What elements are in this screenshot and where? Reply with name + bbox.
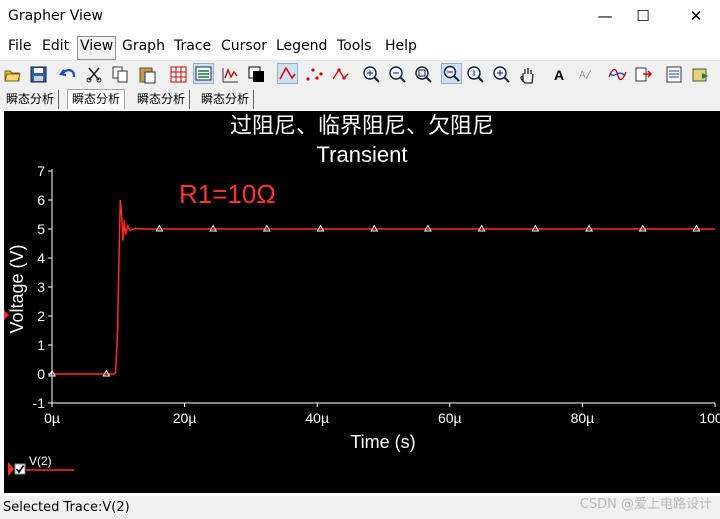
y-tick-label: 4 bbox=[37, 250, 45, 266]
legend-icon[interactable] bbox=[193, 63, 214, 84]
y-tick-label: -1 bbox=[33, 395, 46, 411]
y-tick-label: 2 bbox=[37, 308, 45, 324]
y-tick-label: 3 bbox=[37, 279, 45, 295]
window-title: Grapher View bbox=[8, 8, 103, 24]
status-bar: Selected Trace:V(2) CSDN @爱上电路设计 bbox=[0, 496, 720, 519]
legend-arrow-icon bbox=[8, 462, 14, 476]
menu-help[interactable]: Help bbox=[382, 38, 420, 58]
export-icon[interactable] bbox=[633, 64, 654, 85]
analysis-tabs: 瞬态分析 瞬态分析 瞬态分析 瞬态分析 bbox=[0, 89, 720, 110]
y-axis-label: Voltage (V) bbox=[7, 244, 27, 333]
zoom-out-icon[interactable] bbox=[387, 64, 408, 85]
svg-text:A: A bbox=[554, 67, 564, 83]
y-tick-label: 0 bbox=[37, 366, 45, 382]
plot-area[interactable]: 过阻尼、临界阻尼、欠阻尼 Transient R1=10Ω Voltage (V… bbox=[4, 111, 720, 493]
x-axis-label: Time (s) bbox=[350, 432, 415, 452]
text-icon[interactable]: A bbox=[550, 64, 571, 85]
watermark: CSDN @爱上电路设计 bbox=[579, 497, 712, 512]
legend-label: V(2) bbox=[29, 454, 52, 468]
grid-icon[interactable] bbox=[168, 64, 189, 85]
series-line bbox=[52, 199, 715, 375]
close-button[interactable]: ✕ bbox=[673, 0, 719, 33]
paste-icon[interactable] bbox=[137, 64, 158, 85]
copy-icon[interactable] bbox=[110, 64, 131, 85]
tab-analysis-2[interactable]: 瞬态分析 bbox=[67, 89, 126, 109]
menu-legend[interactable]: Legend bbox=[273, 38, 330, 58]
maximize-button[interactable]: ☐ bbox=[620, 0, 666, 33]
undo-icon[interactable] bbox=[58, 64, 79, 85]
title-bar: Grapher View — ☐ ✕ bbox=[0, 0, 720, 33]
svg-text:A: A bbox=[579, 70, 586, 81]
toolbar: A A bbox=[0, 61, 720, 90]
menu-graph[interactable]: Graph bbox=[119, 38, 168, 58]
tab-analysis-4[interactable]: 瞬态分析 bbox=[197, 90, 255, 109]
properties-icon[interactable] bbox=[690, 64, 711, 85]
menu-bar: File Edit View Graph Trace Cursor Legend… bbox=[0, 34, 720, 61]
chart-svg[interactable]: 过阻尼、临界阻尼、欠阻尼 Transient R1=10Ω Voltage (V… bbox=[4, 111, 720, 493]
y-tick-label: 1 bbox=[37, 337, 45, 353]
y-tick-label: 5 bbox=[37, 221, 45, 237]
show-both-icon[interactable] bbox=[330, 64, 351, 85]
tab-analysis-3[interactable]: 瞬态分析 bbox=[133, 90, 191, 109]
zoom-y-icon[interactable] bbox=[465, 64, 486, 85]
series-layer bbox=[48, 199, 715, 377]
zoom-in-icon[interactable] bbox=[361, 64, 382, 85]
menu-trace[interactable]: Trace bbox=[171, 38, 214, 58]
menu-file[interactable]: File bbox=[5, 38, 34, 58]
chart-settings-icon[interactable] bbox=[220, 64, 241, 85]
save-icon[interactable] bbox=[28, 64, 49, 85]
menu-cursor[interactable]: Cursor bbox=[218, 38, 270, 58]
chart-title: 过阻尼、临界阻尼、欠阻尼 bbox=[230, 113, 494, 138]
resistance-annotation: R1=10Ω bbox=[179, 179, 276, 209]
x-tick-label: 80µ bbox=[571, 410, 595, 426]
show-markers-icon[interactable] bbox=[304, 64, 325, 85]
menu-view[interactable]: View bbox=[77, 36, 117, 60]
legend: V(2) bbox=[8, 454, 74, 476]
y-tick-label: 7 bbox=[37, 163, 45, 179]
chart-subtitle: Transient bbox=[317, 142, 408, 167]
overlay-icon[interactable] bbox=[664, 64, 685, 85]
show-lines-icon[interactable] bbox=[277, 63, 298, 84]
tab-analysis-1[interactable]: 瞬态分析 bbox=[2, 90, 60, 109]
zoom-x-icon[interactable] bbox=[441, 63, 462, 84]
zoom-area-icon[interactable] bbox=[491, 64, 512, 85]
axes: -1 0 1 2 3 4 5 6 7 0µ 20µ 40µ 60µ 80µ 100µ bbox=[33, 163, 720, 426]
menu-edit[interactable]: Edit bbox=[39, 38, 72, 58]
open-icon[interactable] bbox=[2, 64, 23, 85]
selected-trace-status: Selected Trace:V(2) bbox=[3, 500, 130, 515]
cursor-icon[interactable] bbox=[607, 64, 628, 85]
x-tick-label: 20µ bbox=[173, 410, 197, 426]
reverse-colors-icon[interactable] bbox=[246, 64, 267, 85]
pan-icon[interactable] bbox=[517, 64, 538, 85]
cut-icon[interactable] bbox=[84, 64, 105, 85]
label-icon[interactable]: A bbox=[576, 64, 597, 85]
x-tick-label: 0µ bbox=[44, 410, 60, 426]
y-tick-label: 6 bbox=[37, 192, 45, 208]
zoom-fit-icon[interactable] bbox=[413, 64, 434, 85]
x-tick-label: 60µ bbox=[438, 410, 462, 426]
x-tick-label: 40µ bbox=[305, 410, 329, 426]
menu-tools[interactable]: Tools bbox=[334, 38, 375, 58]
x-tick-label: 100µ bbox=[699, 410, 720, 426]
